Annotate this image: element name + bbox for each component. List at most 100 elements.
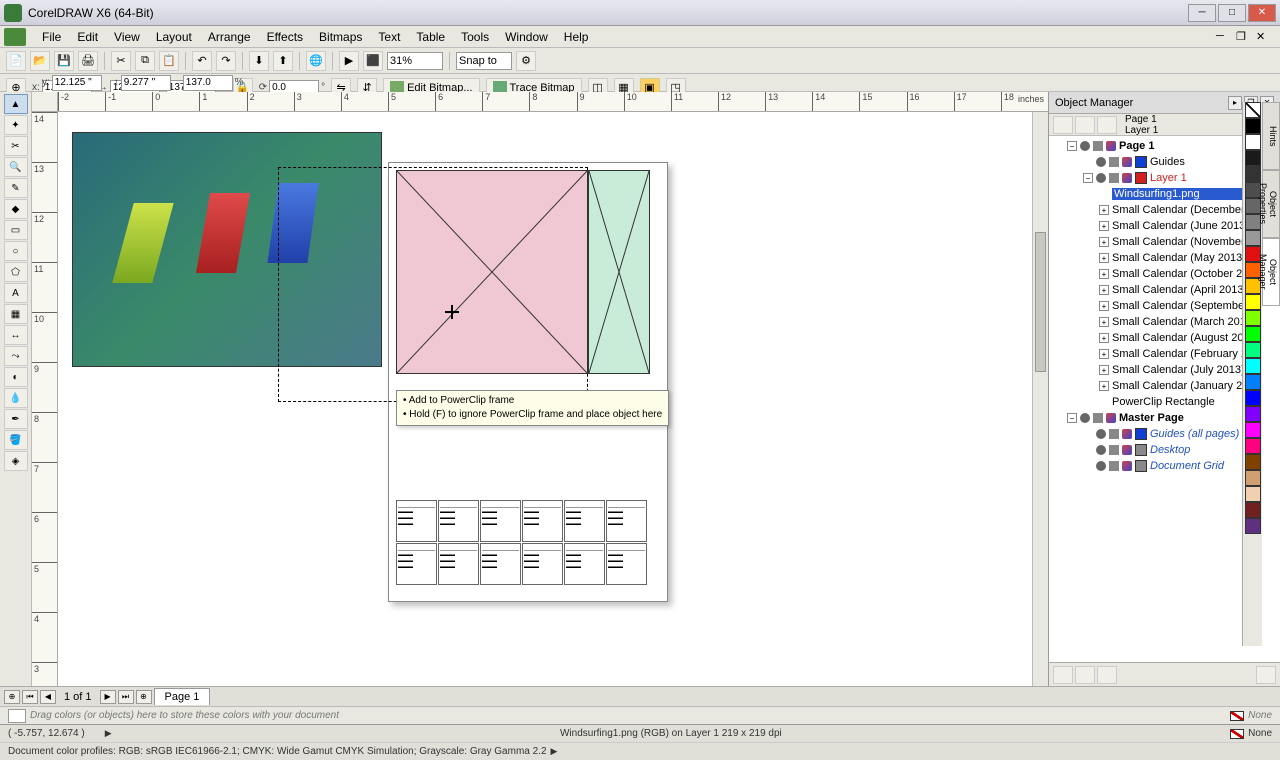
launch-button[interactable]: ▶ [339,51,359,71]
page-add[interactable]: ⊕ [4,690,20,704]
menu-view[interactable]: View [106,28,148,46]
zoom-tool[interactable]: 🔍 [4,157,28,177]
color-swatch[interactable] [1245,502,1261,518]
welcome-button[interactable]: ⬛ [363,51,383,71]
freehand-tool[interactable]: ✎ [4,178,28,198]
edit-layers-button[interactable] [1075,116,1095,134]
color-swatch[interactable] [1245,358,1261,374]
calendar-cell[interactable]: ▬▬▬▬▬▬▬▬▬ [606,543,647,585]
connector-tool[interactable]: ⤳ [4,346,28,366]
doc-minimize[interactable]: ─ [1216,30,1236,44]
menu-layout[interactable]: Layout [148,28,200,46]
cut-button[interactable]: ✂ [111,51,131,71]
undo-button[interactable]: ↶ [192,51,212,71]
smart-fill-tool[interactable]: ◆ [4,199,28,219]
docker-expand[interactable]: ▸ [1228,96,1242,110]
color-swatch[interactable] [1245,390,1261,406]
color-swatch[interactable] [1245,518,1261,534]
canvas[interactable]: Add to PowerClip frame Hold (F) to ignor… [58,112,1032,686]
publish-button[interactable]: 🌐 [306,51,326,71]
ruler-horizontal[interactable]: -2-10123456789101112131415161718inches [58,92,1048,112]
page-first[interactable]: ⏮ [22,690,38,704]
doc-close[interactable]: ✕ [1256,30,1276,44]
color-swatch[interactable] [1245,118,1261,134]
color-swatch[interactable] [1245,454,1261,470]
fill-tool[interactable]: 🪣 [4,430,28,450]
ruler-vertical[interactable]: 141312111098765432 [32,112,58,686]
maximize-button[interactable]: □ [1218,4,1246,22]
color-swatch[interactable] [1245,150,1261,166]
copy-button[interactable]: ⧉ [135,51,155,71]
page-tab-1[interactable]: Page 1 [154,688,211,705]
color-swatch[interactable] [1245,134,1261,150]
calendar-grid[interactable]: ▬▬▬▬▬▬▬▬▬▬▬▬▬▬▬▬▬▬▬▬▬▬▬▬▬▬▬▬▬▬▬▬▬▬▬▬▬▬▬▬… [396,500,654,585]
y-input[interactable] [52,75,102,91]
app-menu-icon[interactable] [4,28,26,46]
side-tab-object-mgr[interactable]: Object Manager [1262,238,1280,306]
color-swatch[interactable] [1245,438,1261,454]
menu-file[interactable]: File [34,28,69,46]
ellipse-tool[interactable]: ○ [4,241,28,261]
delete-layer-button[interactable] [1097,666,1117,684]
color-swatch[interactable] [1245,486,1261,502]
import-button[interactable]: ⬇ [249,51,269,71]
table-tool[interactable]: ▦ [4,304,28,324]
calendar-cell[interactable]: ▬▬▬▬▬▬▬▬▬ [480,500,521,542]
open-button[interactable]: 📂 [30,51,50,71]
menu-edit[interactable]: Edit [69,28,106,46]
color-swatch[interactable] [1245,326,1261,342]
powerclip-frame-pink[interactable] [396,170,588,374]
menu-text[interactable]: Text [370,28,408,46]
calendar-cell[interactable]: ▬▬▬▬▬▬▬▬▬ [564,543,605,585]
page-add-after[interactable]: ⊕ [136,690,152,704]
show-props-button[interactable] [1053,116,1073,134]
page-next[interactable]: ▶ [100,690,116,704]
calendar-cell[interactable]: ▬▬▬▬▬▬▬▬▬ [606,500,647,542]
scale-h-input[interactable] [183,75,233,91]
powerclip-frame-green[interactable] [588,170,650,374]
export-button[interactable]: ⬆ [273,51,293,71]
color-swatch[interactable] [1245,422,1261,438]
pick-tool[interactable]: ▲ [4,94,28,114]
new-layer-button[interactable] [1053,666,1073,684]
calendar-cell[interactable]: ▬▬▬▬▬▬▬▬▬ [522,500,563,542]
save-button[interactable]: 💾 [54,51,74,71]
effects-tool[interactable]: ◐ [4,367,28,387]
minimize-button[interactable]: ─ [1188,4,1216,22]
layer-mgr-view-button[interactable] [1097,116,1117,134]
calendar-cell[interactable]: ▬▬▬▬▬▬▬▬▬ [396,543,437,585]
document-color-well[interactable] [8,709,26,723]
canvas-area[interactable]: -2-10123456789101112131415161718inches 1… [32,92,1048,686]
page-last[interactable]: ⏭ [118,690,134,704]
redo-button[interactable]: ↷ [216,51,236,71]
calendar-cell[interactable]: ▬▬▬▬▬▬▬▬▬ [396,500,437,542]
calendar-cell[interactable]: ▬▬▬▬▬▬▬▬▬ [438,500,479,542]
doc-restore[interactable]: ❐ [1236,30,1256,44]
menu-effects[interactable]: Effects [259,28,311,46]
color-swatch[interactable] [1245,406,1261,422]
document-palette-bar[interactable]: Drag colors (or objects) here to store t… [0,706,1280,724]
zoom-input[interactable] [387,52,443,70]
outline-tool[interactable]: ✒ [4,409,28,429]
text-tool[interactable]: A [4,283,28,303]
h-input[interactable] [121,75,171,91]
calendar-cell[interactable]: ▬▬▬▬▬▬▬▬▬ [480,543,521,585]
color-swatch[interactable] [1245,230,1261,246]
menu-bitmaps[interactable]: Bitmaps [311,28,370,46]
dimension-tool[interactable]: ↔ [4,325,28,345]
new-master-layer-button[interactable] [1075,666,1095,684]
page-prev[interactable]: ◀ [40,690,56,704]
bitmap-windsurfing[interactable] [72,132,382,367]
shape-tool[interactable]: ✦ [4,115,28,135]
side-tab-hints[interactable]: Hints [1262,102,1280,170]
paste-button[interactable]: 📋 [159,51,179,71]
close-button[interactable]: ✕ [1248,4,1276,22]
crop-tool[interactable]: ✂ [4,136,28,156]
snap-to-input[interactable] [456,52,512,70]
vertical-scrollbar[interactable] [1032,112,1048,686]
menu-window[interactable]: Window [497,28,556,46]
move-to-layer-button[interactable] [1256,666,1276,684]
interactive-fill-tool[interactable]: ◈ [4,451,28,471]
options-button[interactable]: ⚙ [516,51,536,71]
menu-tools[interactable]: Tools [453,28,497,46]
